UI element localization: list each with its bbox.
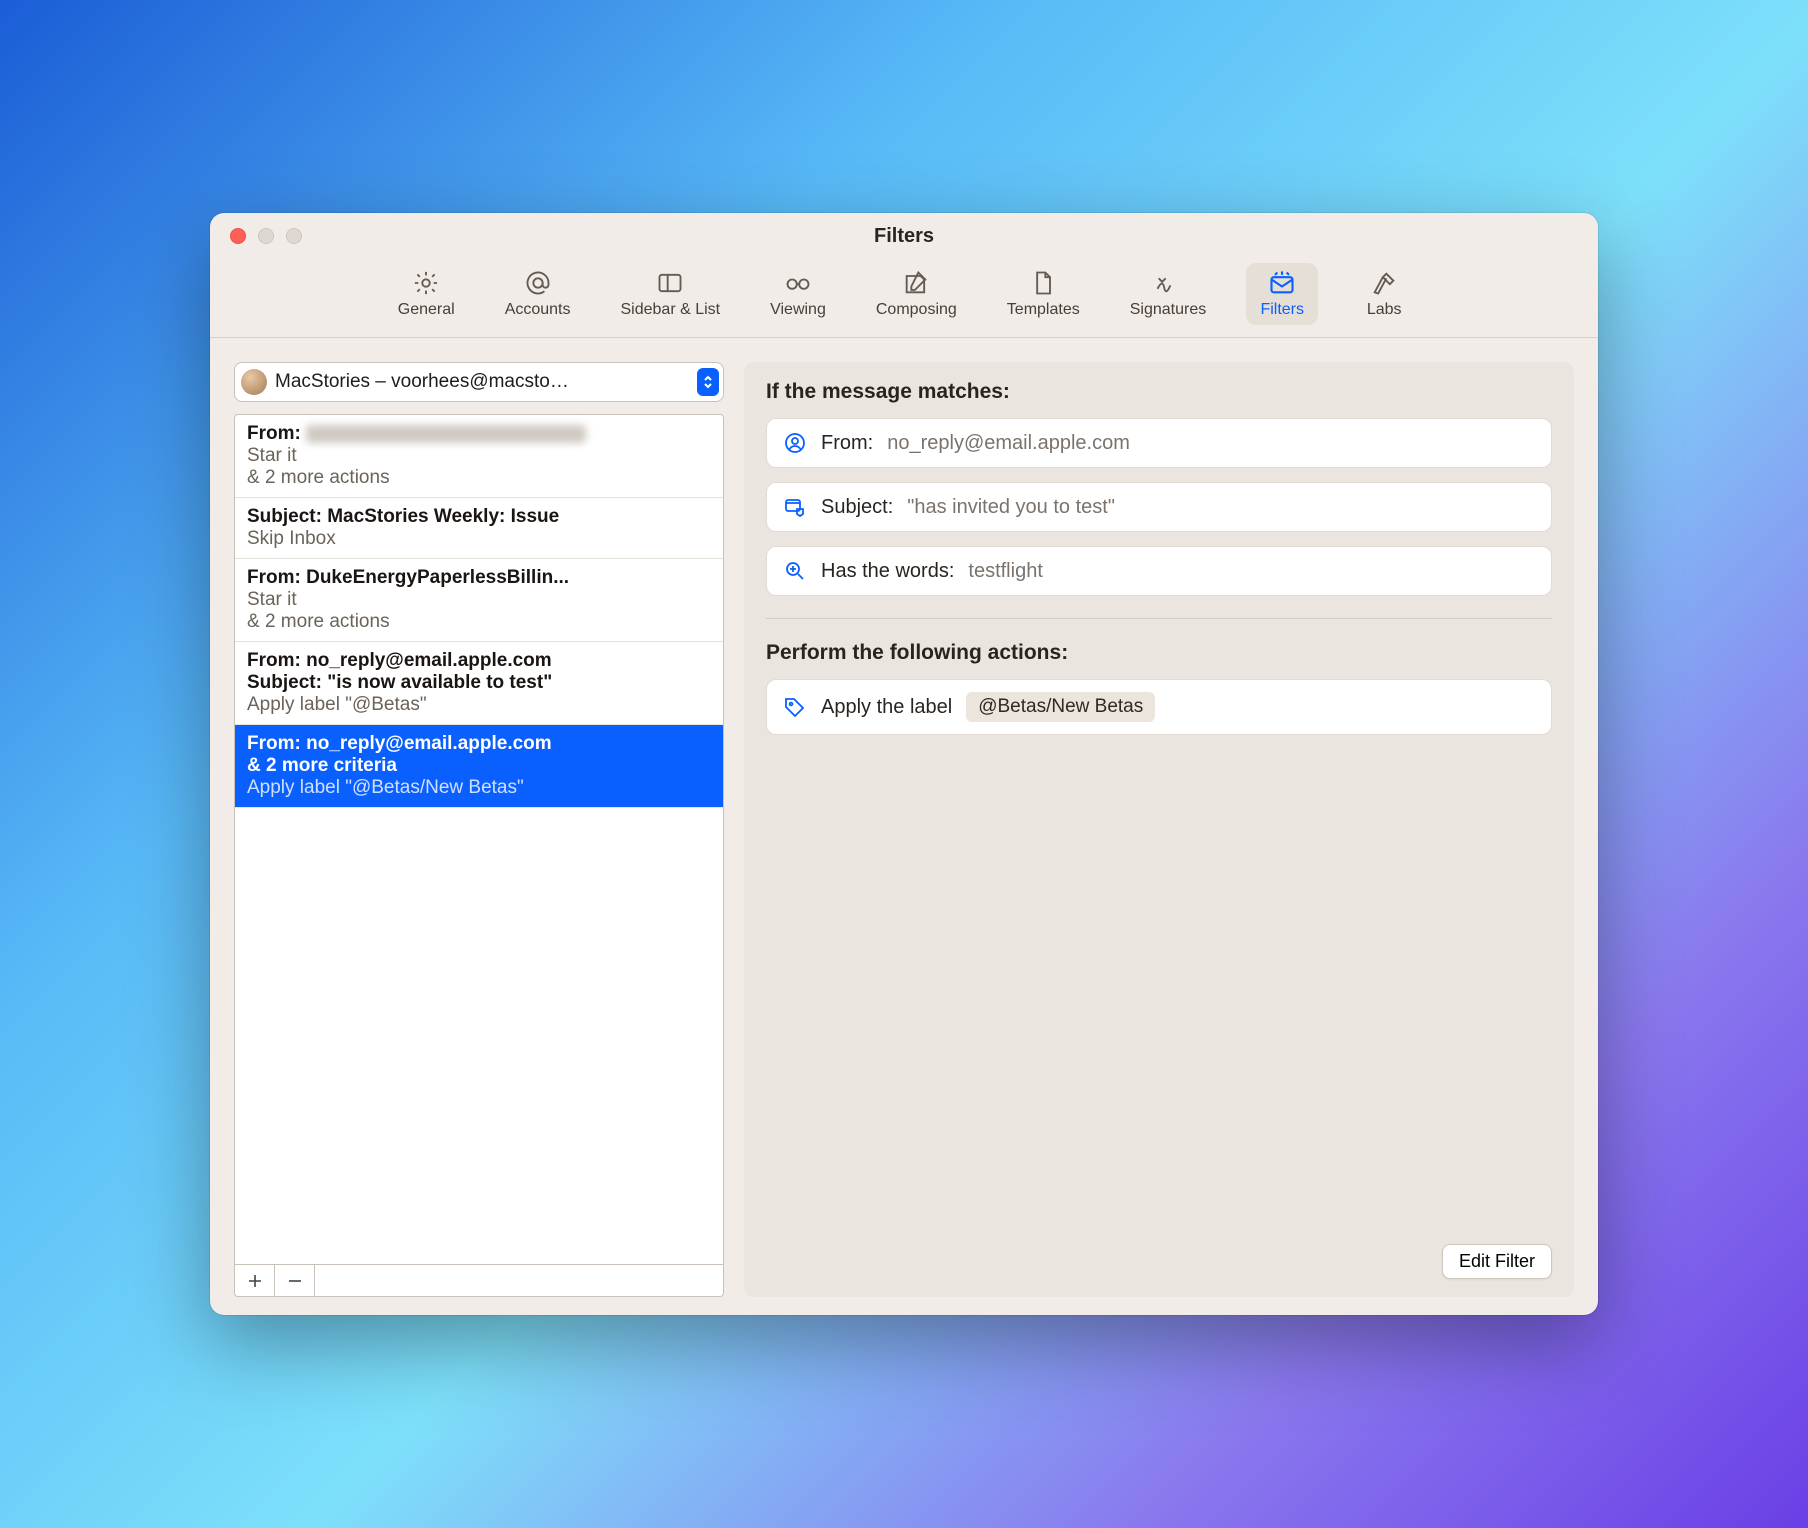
signature-icon [1153, 269, 1183, 297]
account-selector[interactable]: MacStories – voorhees@macsto… [234, 362, 724, 402]
content-area: MacStories – voorhees@macsto… From: Star… [210, 338, 1598, 1315]
edit-filter-button[interactable]: Edit Filter [1442, 1244, 1552, 1279]
filter-row[interactable]: From: no_reply@email.apple.com Subject: … [235, 642, 723, 725]
toolbar-label: Signatures [1130, 301, 1207, 319]
document-icon [1028, 269, 1058, 297]
dropdown-chevron-icon [697, 368, 719, 396]
condition-label: Has the words: [821, 560, 954, 583]
minus-icon [287, 1273, 303, 1289]
filter-row[interactable]: From: DukeEnergyPaperlessBillin... Star … [235, 559, 723, 642]
filter-title-2: & 2 more criteria [247, 755, 711, 777]
toolbar-label: Composing [876, 301, 957, 319]
add-filter-button[interactable] [235, 1265, 275, 1296]
person-icon [783, 431, 807, 455]
filter-mail-icon [1267, 269, 1297, 297]
redacted-text [306, 425, 586, 443]
plus-icon [247, 1273, 263, 1289]
hammer-icon [1369, 269, 1399, 297]
sidebar-icon [655, 269, 685, 297]
toolbar-label: Templates [1007, 301, 1080, 319]
condition-value: testflight [968, 560, 1042, 583]
filter-title: From: no_reply@email.apple.com [247, 733, 711, 755]
condition-row[interactable]: Subject: "has invited you to test" [766, 482, 1552, 532]
condition-row[interactable]: From: no_reply@email.apple.com [766, 418, 1552, 468]
filter-add-remove-bar [234, 1265, 724, 1297]
filter-title: From: no_reply@email.apple.com [247, 650, 711, 672]
filter-subtitle: & 2 more actions [247, 467, 711, 489]
condition-label: Subject: [821, 496, 893, 519]
conditions-heading: If the message matches: [766, 380, 1552, 404]
account-avatar [241, 369, 267, 395]
preferences-window: Filters General Accounts Sidebar & List … [210, 213, 1598, 1315]
condition-value: "has invited you to test" [907, 496, 1115, 519]
toolbar-label: General [398, 301, 455, 319]
toolbar-label: Viewing [770, 301, 826, 319]
account-name: MacStories – voorhees@macsto… [275, 371, 689, 393]
filter-detail-panel: If the message matches: From: no_reply@e… [744, 362, 1574, 1297]
filter-title-2: Subject: "is now available to test" [247, 672, 711, 694]
filter-subtitle: Star it [247, 445, 711, 467]
filter-subtitle: Apply label "@Betas/New Betas" [247, 777, 711, 799]
filter-title: Subject: MacStories Weekly: Issue [247, 506, 711, 528]
filter-list: From: Star it & 2 more actions Subject: … [234, 414, 724, 1265]
section-divider [766, 618, 1552, 619]
condition-label: From: [821, 432, 873, 455]
tag-icon [783, 695, 807, 719]
remove-filter-button[interactable] [275, 1265, 315, 1296]
action-label-chip: @Betas/New Betas [966, 692, 1155, 722]
subject-icon [783, 495, 807, 519]
action-label: Apply the label [821, 696, 952, 719]
at-icon [523, 269, 553, 297]
filter-rows: From: Star it & 2 more actions Subject: … [235, 415, 723, 1264]
detail-footer: Edit Filter [766, 1244, 1552, 1279]
spacer [315, 1265, 723, 1296]
toolbar-labs[interactable]: Labs [1348, 263, 1420, 325]
titlebar: Filters [210, 213, 1598, 259]
search-icon [783, 559, 807, 583]
toolbar-label: Accounts [505, 301, 571, 319]
toolbar-label: Sidebar & List [621, 301, 721, 319]
toolbar-signatures[interactable]: Signatures [1120, 263, 1217, 325]
window-title: Filters [210, 225, 1598, 248]
filter-sidebar: MacStories – voorhees@macsto… From: Star… [234, 362, 724, 1297]
filter-row[interactable]: From: no_reply@email.apple.com & 2 more … [235, 725, 723, 808]
preferences-toolbar: General Accounts Sidebar & List Viewing … [210, 259, 1598, 338]
glasses-icon [783, 269, 813, 297]
filter-title: From: [247, 423, 301, 444]
toolbar-filters[interactable]: Filters [1246, 263, 1318, 325]
actions-heading: Perform the following actions: [766, 641, 1552, 665]
filter-title: From: DukeEnergyPaperlessBillin... [247, 567, 711, 589]
filter-subtitle: & 2 more actions [247, 611, 711, 633]
toolbar-sidebar-list[interactable]: Sidebar & List [611, 263, 731, 325]
filter-row[interactable]: Subject: MacStories Weekly: Issue Skip I… [235, 498, 723, 559]
action-row[interactable]: Apply the label @Betas/New Betas [766, 679, 1552, 735]
condition-row[interactable]: Has the words: testflight [766, 546, 1552, 596]
filter-row[interactable]: From: Star it & 2 more actions [235, 415, 723, 498]
toolbar-accounts[interactable]: Accounts [495, 263, 581, 325]
filter-subtitle: Skip Inbox [247, 528, 711, 550]
filter-subtitle: Apply label "@Betas" [247, 694, 711, 716]
toolbar-general[interactable]: General [388, 263, 465, 325]
compose-icon [901, 269, 931, 297]
toolbar-composing[interactable]: Composing [866, 263, 967, 325]
filter-subtitle: Star it [247, 589, 711, 611]
toolbar-templates[interactable]: Templates [997, 263, 1090, 325]
toolbar-viewing[interactable]: Viewing [760, 263, 836, 325]
toolbar-label: Labs [1367, 301, 1402, 319]
gear-icon [411, 269, 441, 297]
toolbar-label: Filters [1260, 301, 1304, 319]
condition-value: no_reply@email.apple.com [887, 432, 1130, 455]
